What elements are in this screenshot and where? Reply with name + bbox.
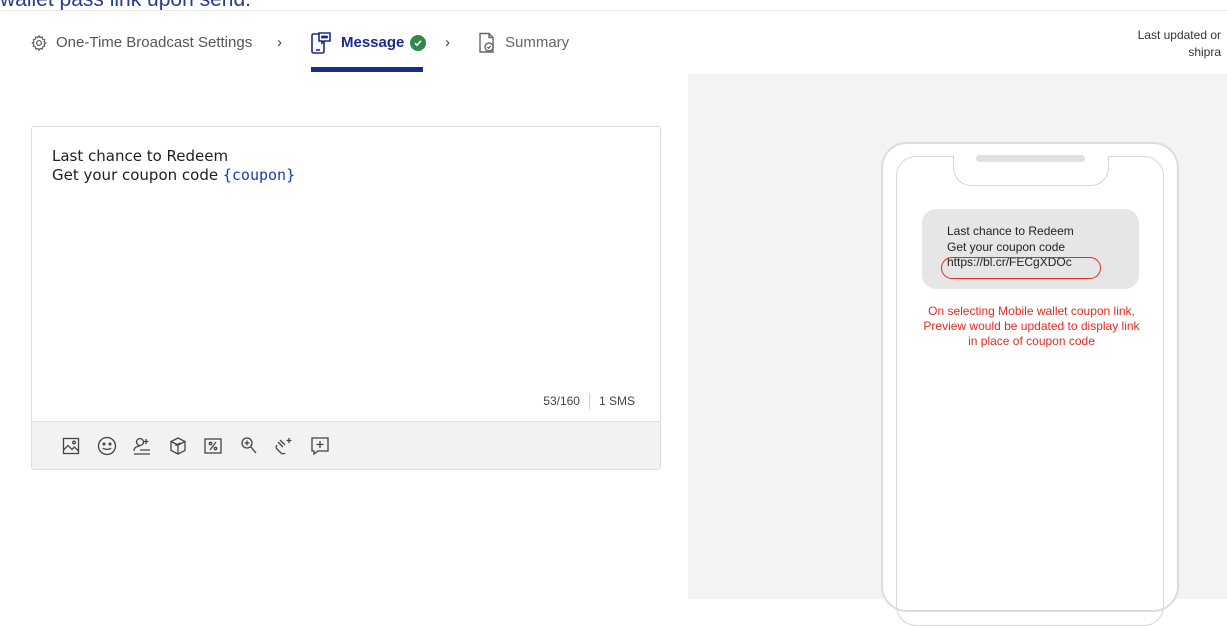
chevron-right-icon: › [445,34,450,51]
coupon-link-icon[interactable] [273,435,295,457]
preview-annotation: On selecting Mobile wallet coupon link, … [923,304,1140,348]
add-text-icon[interactable] [309,435,331,457]
link-highlight-circle [941,257,1101,279]
emoji-icon[interactable] [96,435,118,457]
character-count: 53/160 [543,394,580,408]
image-icon[interactable] [60,435,82,457]
last-updated-label: Last updated or [1137,28,1221,42]
step-settings-label: One-Time Broadcast Settings [56,34,253,51]
mobile-message-icon [309,31,333,55]
sms-counter: 53/160 1 SMS [543,393,635,409]
chevron-right-icon: › [277,34,282,51]
step-navigation: One-Time Broadcast Settings › Message › [0,10,1227,75]
last-updated-info: Last updated or shipra [1138,27,1221,61]
message-line-2: Get your coupon code {coupon} [52,166,295,185]
editor-toolbar [32,421,660,469]
phone-speaker [976,155,1085,162]
message-line-1: Last chance to Redeem [52,147,229,165]
active-step-indicator [311,67,423,72]
discount-tag-icon[interactable] [202,435,224,457]
last-updated-user: shipra [1188,45,1221,59]
step-settings[interactable]: One-Time Broadcast Settings [30,11,252,74]
step-message[interactable]: Message [309,11,427,74]
message-line-2-text: Get your coupon code [52,166,223,184]
counter-divider [588,393,590,409]
personalize-user-icon[interactable] [131,435,153,457]
check-icon [410,34,427,51]
coupon-placeholder-tag: {coupon} [222,166,296,184]
step-summary-label: Summary [505,34,570,51]
sms-count: 1 SMS [598,394,635,408]
preview-line-1: Last chance to Redeem [947,224,1074,238]
step-message-label: Message [341,34,405,51]
message-textarea[interactable]: Last chance to Redeem Get your coupon co… [52,147,295,185]
search-link-icon[interactable] [238,435,260,457]
gear-icon [30,34,48,52]
preview-line-2: Get your coupon code [947,239,1066,254]
message-editor[interactable]: Last chance to Redeem Get your coupon co… [31,126,661,470]
step-summary[interactable]: Summary [477,11,569,74]
offer-box-icon[interactable] [167,435,189,457]
document-check-icon [477,32,497,54]
